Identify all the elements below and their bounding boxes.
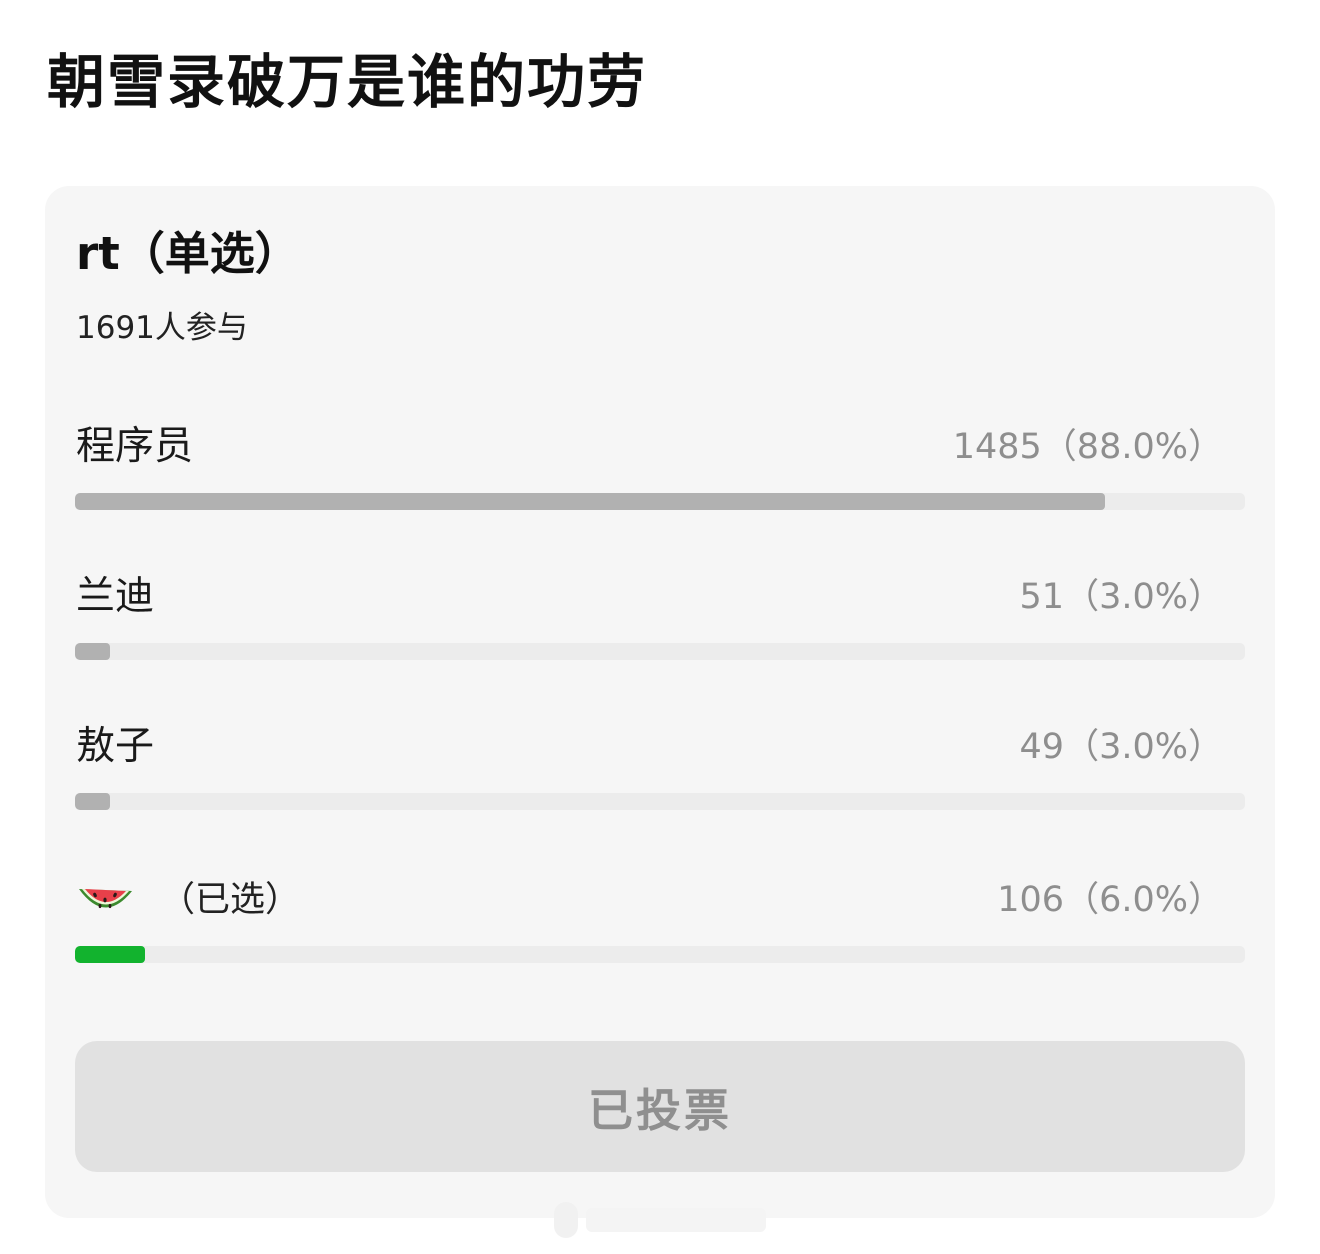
poll-option[interactable]: 程序员 1485（88.0%） [75, 419, 1245, 515]
option-label: （已选） [76, 872, 300, 928]
option-label: 敖子 [76, 724, 155, 769]
option-progress-fill [75, 643, 111, 660]
page-title: 朝雪录破万是谁的功劳 [47, 48, 648, 116]
option-progress-fill-selected [75, 946, 146, 963]
option-progress-track [75, 946, 1245, 963]
poll-option-selected[interactable]: （已选） 106（6.0%） [75, 872, 1245, 968]
poll-participants: 1691人参与 [76, 310, 248, 346]
poll-card: rt（单选） 1691人参与 程序员 1485（88.0%） 兰迪 51（3.0… [45, 186, 1275, 1218]
option-progress-fill [75, 493, 1105, 510]
option-label: 程序员 [76, 424, 194, 469]
selected-mark: （已选） [160, 880, 301, 920]
poll-question: rt（单选） [76, 227, 300, 280]
option-count: 1485（88.0%） [952, 427, 1223, 467]
option-progress-track [75, 793, 1245, 810]
option-progress-track [75, 493, 1245, 510]
poll-option[interactable]: 兰迪 51（3.0%） [75, 569, 1245, 665]
watermelon-icon [79, 889, 132, 909]
option-count: 51（3.0%） [1019, 577, 1223, 617]
option-progress-fill [75, 793, 111, 810]
poll-option[interactable]: 敖子 49（3.0%） [75, 719, 1245, 815]
watermark [554, 1202, 766, 1238]
option-count: 106（6.0%） [997, 880, 1223, 920]
option-progress-track [75, 643, 1245, 660]
voted-button[interactable]: 已投票 [75, 1041, 1245, 1172]
option-label: 兰迪 [76, 574, 155, 619]
option-count: 49（3.0%） [1019, 727, 1223, 767]
